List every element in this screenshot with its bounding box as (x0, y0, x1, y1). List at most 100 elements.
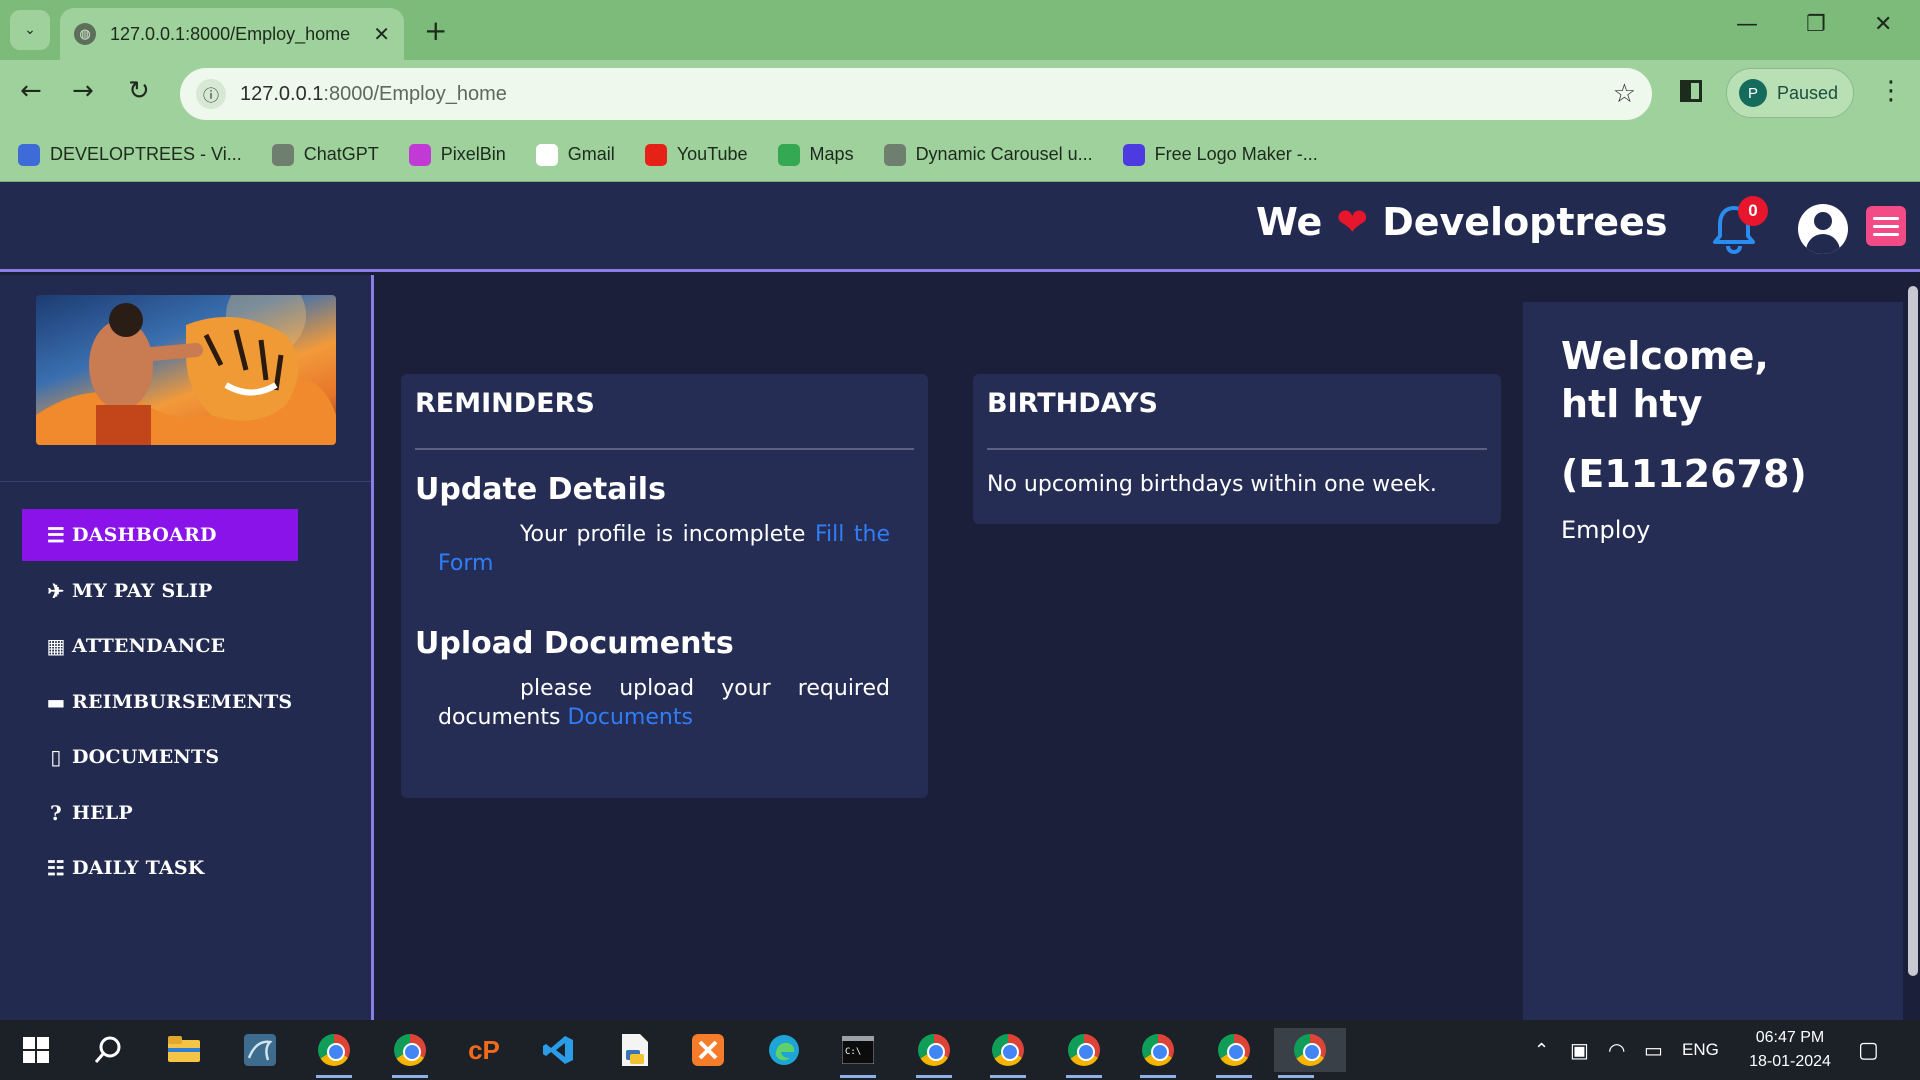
sidebar-item-dashboard[interactable]: ☰ DASHBOARD (22, 509, 298, 561)
xampp-icon[interactable] (686, 1028, 730, 1072)
bookmark-item[interactable]: Free Logo Maker -... (1122, 143, 1318, 166)
chrome-profile-c-icon[interactable] (1062, 1028, 1106, 1078)
url-host: 127.0.0.1 (240, 82, 324, 105)
sidebar-item-label: REIMBURSEMENTS (72, 690, 293, 713)
tab-search-button[interactable]: ⌄ (10, 10, 50, 50)
edge-icon[interactable] (762, 1028, 806, 1072)
user-account-icon[interactable] (1798, 204, 1848, 254)
onedrive-icon[interactable]: ▣ (1570, 1020, 1589, 1080)
brand-prefix: We (1256, 200, 1323, 244)
documents-link[interactable]: Documents (567, 705, 692, 730)
bookmark-item[interactable]: YouTube (644, 143, 748, 166)
browser-menu-icon[interactable]: ⋮ (1878, 76, 1904, 106)
bookmark-item[interactable]: ChatGPT (271, 143, 379, 166)
chatgpt-icon (883, 143, 906, 166)
chrome-profile-m-icon[interactable] (1136, 1028, 1180, 1078)
bookmark-label: YouTube (676, 144, 748, 164)
battery-icon[interactable]: ▭ (1644, 1020, 1663, 1080)
profile-button[interactable]: P Paused (1726, 68, 1854, 118)
svg-text:C:\: C:\ (845, 1047, 861, 1057)
sidebar-divider (0, 481, 371, 482)
windows-taskbar: cP C:\ ⌃ ▣ ◠ ▭ ENG 06:47 PM 18-01-2024 ▢ (0, 1020, 1920, 1080)
bookmark-item[interactable]: Dynamic Carousel u... (883, 143, 1093, 166)
employee-name: htl hty (1561, 382, 1703, 426)
profile-avatar: P (1739, 79, 1767, 107)
sidebar-item-label: HELP (72, 801, 133, 824)
windows-start-icon[interactable] (14, 1028, 58, 1072)
bookmark-label: ChatGPT (303, 144, 379, 164)
sidebar-item-attendance[interactable]: ▦ ATTENDANCE (22, 620, 352, 672)
chatgpt-icon (271, 143, 294, 166)
pixelbin-icon (408, 143, 431, 166)
birthdays-card: BIRTHDAYS No upcoming birthdays within o… (973, 374, 1501, 524)
search-icon[interactable] (86, 1028, 130, 1072)
language-indicator[interactable]: ENG (1682, 1020, 1719, 1080)
bookmarks-bar: DEVELOPTREES - Vi... ChatGPT PixelBin Gmail… (0, 128, 1920, 182)
bookmark-label: Free Logo Maker -... (1154, 144, 1318, 164)
vscode-icon[interactable] (536, 1028, 580, 1072)
sidebar-item-daily-task[interactable]: ☷ DAILY TASK (22, 842, 352, 894)
welcome-label: Welcome, (1561, 334, 1769, 378)
forward-button[interactable]: → (72, 76, 94, 106)
bookmark-item[interactable]: Maps (777, 143, 854, 166)
sidebar-item-label: DOCUMENTS (72, 746, 220, 768)
page-scrollbar[interactable] (1906, 278, 1920, 1020)
site-info-icon[interactable]: ⓘ (196, 79, 226, 109)
reload-button[interactable]: ↻ (128, 76, 150, 106)
sidebar-item-my-pay-slip[interactable]: ✈ MY PAY SLIP (22, 565, 352, 617)
bookmark-label: Gmail (567, 144, 615, 164)
profile-banner-image (36, 295, 336, 445)
close-window-button[interactable]: ✕ (1874, 12, 1892, 37)
sidebar-item-help[interactable]: ? HELP (22, 787, 352, 839)
back-button[interactable]: ← (20, 76, 42, 106)
show-hidden-icons[interactable]: ⌃ (1534, 1020, 1549, 1080)
chrome-icon[interactable] (388, 1028, 432, 1078)
address-bar[interactable]: ⓘ 127.0.0.1:8000/Employ_home ☆ (180, 68, 1652, 120)
web-page: We ❤ Developtrees 0 ☰ DASHBOARD ✈ MY PAY… (0, 182, 1920, 1020)
cpanel-icon[interactable]: cP (462, 1028, 506, 1072)
bookmark-label: Dynamic Carousel u... (915, 144, 1093, 164)
terminal-icon[interactable]: C:\ (836, 1028, 880, 1078)
side-panel-icon[interactable] (1680, 80, 1702, 102)
browser-toolbar: ← → ↻ ⓘ 127.0.0.1:8000/Employ_home ☆ P P… (0, 60, 1920, 128)
hamburger-menu-button[interactable] (1866, 206, 1906, 246)
notification-count-badge: 0 (1738, 196, 1768, 226)
restore-button[interactable]: ❐ (1806, 12, 1826, 37)
chrome-profile-2-icon[interactable] (912, 1028, 956, 1078)
bookmark-label: Maps (809, 144, 854, 164)
close-tab-icon[interactable]: ✕ (373, 22, 390, 46)
file-explorer-icon[interactable] (162, 1028, 206, 1072)
reminders-card: REMINDERS Update Details Your profile is… (401, 374, 928, 798)
new-tab-button[interactable]: + (424, 14, 447, 47)
chrome-profile-icon[interactable] (312, 1028, 356, 1078)
minimize-button[interactable]: — (1736, 12, 1758, 37)
bookmark-star-icon[interactable]: ☆ (1613, 79, 1636, 109)
notifications-icon[interactable]: ▢ (1858, 1020, 1879, 1080)
python-file-icon[interactable] (612, 1028, 656, 1072)
top-navbar: We ❤ Developtrees 0 (0, 182, 1920, 272)
chrome-profile-photo-icon[interactable] (1212, 1028, 1256, 1078)
mysql-workbench-icon[interactable] (238, 1028, 282, 1072)
wifi-icon[interactable]: ◠ (1608, 1020, 1625, 1080)
browser-tab[interactable]: ◍ 127.0.0.1:8000/Employ_home ✕ (60, 8, 404, 60)
scrollbar-thumb[interactable] (1908, 286, 1918, 976)
taskbar-clock[interactable]: 06:47 PM 18-01-2024 (1740, 1026, 1840, 1074)
birthdays-title: BIRTHDAYS (987, 388, 1158, 419)
chrome-profile-p-icon[interactable] (1274, 1028, 1346, 1078)
file-icon: ▯ (50, 745, 62, 769)
sidebar-item-documents[interactable]: ▯ DOCUMENTS (22, 731, 352, 783)
bookmark-item[interactable]: PixelBin (408, 143, 506, 166)
bookmark-item[interactable]: DEVELOPTREES - Vi... (18, 143, 242, 166)
reminder-text-update-details: Your profile is incomplete Fill the Form (438, 520, 890, 578)
sidebar-item-label: MY PAY SLIP (72, 579, 213, 602)
sidebar-item-reimbursements[interactable]: ▬ REIMBURSEMENTS (22, 676, 352, 728)
brand-tagline: We ❤ Developtrees (1256, 200, 1667, 244)
employee-id: (E1112678) (1561, 452, 1807, 496)
bookmark-item[interactable]: Gmail (535, 143, 615, 166)
credit-card-icon: ▬ (46, 689, 66, 714)
list-check-icon: ☷ (46, 856, 66, 880)
bookmark-label: DEVELOPTREES - Vi... (50, 144, 242, 164)
profile-status: Paused (1777, 82, 1839, 103)
bars-icon: ☰ (46, 523, 66, 547)
chrome-profile-a-icon[interactable] (986, 1028, 1030, 1078)
